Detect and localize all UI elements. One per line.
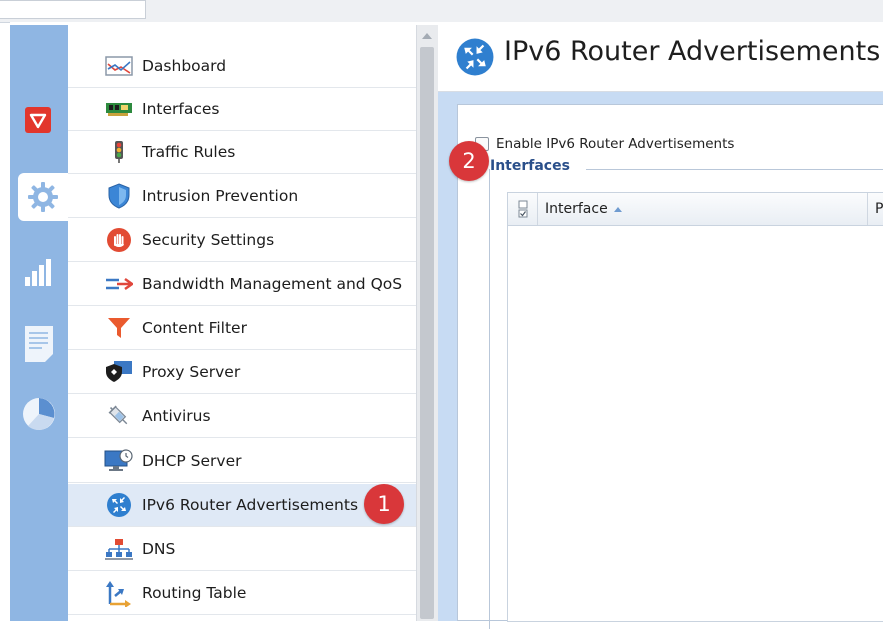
nav-item-security-settings[interactable]: Security Settings <box>68 219 416 262</box>
interfaces-grid: Interface Pref <box>507 192 883 622</box>
nav-item-content-filter[interactable]: Content Filter <box>68 307 416 350</box>
routing-arrows-icon <box>104 580 134 607</box>
top-strip <box>0 0 883 23</box>
select-all-checkbox[interactable] <box>508 193 538 225</box>
traffic-light-icon <box>104 139 134 165</box>
page-title: IPv6 Router Advertisements <box>504 36 881 67</box>
nav-item-label: Routing Table <box>142 584 247 602</box>
logo-icon <box>25 107 51 133</box>
nav-item-label: Traffic Rules <box>142 143 236 161</box>
funnel-icon <box>104 315 134 341</box>
dhcp-monitor-icon <box>104 448 134 474</box>
bandwidth-arrows-icon <box>104 271 134 297</box>
nav-item-label: Antivirus <box>142 407 211 425</box>
nav-item-dhcp-server[interactable]: DHCP Server <box>68 440 416 483</box>
fieldset-border <box>586 169 883 170</box>
rail-logo[interactable] <box>10 97 68 145</box>
nav-item-routing-table[interactable]: Routing Table <box>68 572 416 615</box>
icon-rail <box>10 25 78 621</box>
network-card-icon <box>104 96 134 122</box>
page-header: IPv6 Router Advertisements <box>438 25 883 92</box>
column-header-prefix[interactable]: Pref <box>868 193 883 225</box>
column-header-interface[interactable]: Interface <box>538 193 868 225</box>
rail-logs[interactable] <box>10 321 68 369</box>
nav-item-dashboard[interactable]: Dashboard <box>68 45 416 88</box>
rail-reports[interactable] <box>10 249 68 297</box>
dashboard-icon <box>104 53 134 79</box>
nav-item-antivirus[interactable]: Antivirus <box>68 395 416 438</box>
content-area: Enable IPv6 Router Advertisements Interf… <box>438 92 883 629</box>
main-content: IPv6 Router Advertisements Enable IPv6 R… <box>438 25 883 629</box>
scroll-thumb[interactable] <box>420 47 434 619</box>
grid-header: Interface Pref <box>508 193 883 226</box>
column-header-label: Pref <box>875 201 883 217</box>
router-icon <box>104 492 134 518</box>
nav-item-bandwidth-management[interactable]: Bandwidth Management and QoS <box>68 263 416 306</box>
column-header-label: Interface <box>545 201 608 217</box>
nav-item-label: Interfaces <box>142 100 220 118</box>
nav-item-label: IPv6 Router Advertisements <box>142 496 359 514</box>
nav-item-intrusion-prevention[interactable]: Intrusion Prevention <box>68 175 416 218</box>
bar-chart-icon <box>25 259 51 286</box>
settings-panel: Enable IPv6 Router Advertisements Interf… <box>457 104 883 629</box>
stop-hand-icon <box>104 227 134 253</box>
pie-chart-icon <box>23 398 55 430</box>
nav-item-label: DNS <box>142 540 176 558</box>
nav-item-label: Security Settings <box>142 231 275 249</box>
settings-nav: Dashboard Interfaces Traffic Rules Intru… <box>68 25 416 621</box>
enable-ra-row[interactable]: Enable IPv6 Router Advertisements <box>475 136 734 152</box>
nav-item-traffic-rules[interactable]: Traffic Rules <box>68 131 416 174</box>
nav-item-dns[interactable]: DNS <box>68 528 416 571</box>
nav-item-proxy-server[interactable]: Proxy Server <box>68 351 416 394</box>
fieldset-border <box>489 169 490 629</box>
document-icon <box>25 326 53 362</box>
proxy-shield-icon <box>104 359 134 385</box>
address-field[interactable] <box>0 0 146 19</box>
sort-ascending-icon <box>613 206 622 212</box>
nav-item-label: Proxy Server <box>142 363 241 381</box>
annotation-badge-2: 2 <box>449 141 489 181</box>
nav-item-interfaces[interactable]: Interfaces <box>68 88 416 131</box>
nav-scrollbar[interactable] <box>416 25 438 621</box>
interfaces-legend: Interfaces <box>490 158 574 174</box>
checkbox-column-icon <box>518 200 528 218</box>
syringe-icon <box>104 403 134 429</box>
router-icon <box>456 38 494 76</box>
nav-item-label: Bandwidth Management and QoS <box>142 275 403 293</box>
nav-item-label: DHCP Server <box>142 452 242 470</box>
shield-icon <box>104 183 134 209</box>
gear-icon <box>28 182 58 212</box>
nav-item-label: Content Filter <box>142 319 247 337</box>
scroll-up-icon[interactable] <box>422 33 432 39</box>
annotation-badge-1: 1 <box>364 484 404 524</box>
nav-item-label: Intrusion Prevention <box>142 187 299 205</box>
dns-tree-icon <box>104 536 134 562</box>
enable-ra-label[interactable]: Enable IPv6 Router Advertisements <box>496 136 734 152</box>
nav-item-label: Dashboard <box>142 57 227 75</box>
rail-statistics[interactable] <box>10 391 68 439</box>
